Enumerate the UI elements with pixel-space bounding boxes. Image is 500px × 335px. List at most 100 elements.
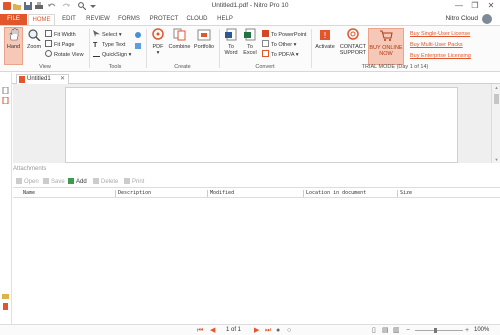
pdf-page[interactable] <box>65 87 458 163</box>
tab-protect[interactable]: PROTECT <box>148 14 180 25</box>
minimize-button[interactable]: — <box>452 1 466 11</box>
attachment-delete-button[interactable]: Delete <box>93 178 118 185</box>
vertical-scrollbar[interactable]: ▲ ▼ <box>491 84 500 163</box>
previous-view-icon[interactable]: ● <box>276 327 280 334</box>
attachment-print-button[interactable]: Print <box>124 178 144 185</box>
tab-file[interactable]: FILE <box>0 14 27 25</box>
nitro-cloud-link[interactable]: Nitro Cloud <box>445 15 478 22</box>
continuous-view-icon[interactable]: ▤ <box>382 327 389 334</box>
column-divider[interactable] <box>115 190 116 197</box>
user-avatar-icon[interactable] <box>482 14 492 24</box>
attachments-list[interactable] <box>13 199 500 325</box>
combine-button[interactable]: Combine <box>168 28 191 50</box>
to-excel-button[interactable]: To Excel <box>241 28 259 56</box>
scrollbar-thumb[interactable] <box>494 94 499 104</box>
view-group-label: View <box>39 64 51 70</box>
comments-panel-icon[interactable] <box>2 293 9 300</box>
to-powerpoint-button[interactable]: To PowerPoint <box>262 30 306 40</box>
to-other-button[interactable]: To Other ▾ <box>262 40 296 50</box>
output-panel-icon[interactable] <box>2 303 9 310</box>
tab-edit[interactable]: EDIT <box>58 14 80 25</box>
column-header-size[interactable]: Size <box>400 190 412 196</box>
column-header-description[interactable]: Description <box>118 190 151 196</box>
buy-online-button[interactable]: BUY ONLINE NOW <box>368 28 404 65</box>
zoom-slider-track[interactable] <box>415 330 463 331</box>
zoom-in-icon[interactable]: + <box>465 327 469 334</box>
ribbon: Hand Zoom Fit Width Fit Page Rotate View… <box>0 25 500 72</box>
zoom-button[interactable]: Zoom <box>25 28 43 50</box>
single-page-view-icon[interactable]: ▯ <box>372 327 376 334</box>
pdf-button[interactable]: PDF ▾ <box>150 28 166 56</box>
next-page-icon[interactable]: ▶ <box>254 327 259 334</box>
close-button[interactable]: ✕ <box>484 1 498 11</box>
column-divider[interactable] <box>397 190 398 197</box>
attachments-panel-icon[interactable] <box>2 97 9 104</box>
fit-page-button[interactable]: Fit Page <box>45 40 74 50</box>
attachment-add-button[interactable]: Add <box>68 178 87 185</box>
buy-single-user-link[interactable]: Buy Single-User License <box>410 31 470 37</box>
document-viewport[interactable] <box>13 84 491 163</box>
powerpoint-icon <box>262 30 269 37</box>
tab-review[interactable]: REVIEW <box>84 14 112 25</box>
scroll-down-arrow-icon[interactable]: ▼ <box>493 157 500 162</box>
tab-cloud[interactable]: CLOUD <box>184 14 210 25</box>
column-divider[interactable] <box>303 190 304 197</box>
status-bar: ⏮ ◀ 1 of 1 ▶ ⏭ ● ○ ▯ ▤ ▥ − + 100% <box>0 324 500 335</box>
tab-home[interactable]: HOME <box>28 14 55 25</box>
to-powerpoint-label: To PowerPoint <box>271 32 307 38</box>
portfolio-button[interactable]: Portfolio <box>192 28 216 50</box>
attachment-save-button[interactable]: Save <box>43 178 65 185</box>
facing-view-icon[interactable]: ▥ <box>393 327 400 334</box>
page-indicator[interactable]: 1 of 1 <box>226 327 241 333</box>
contact-support-button[interactable]: CONTACT SUPPORT <box>338 28 368 56</box>
column-divider[interactable] <box>207 190 208 197</box>
rotate-view-button[interactable]: Rotate View <box>45 50 84 60</box>
type-text-button[interactable]: T Type Text <box>93 40 125 50</box>
tab-forms[interactable]: FORMS <box>116 14 142 25</box>
tab-help[interactable]: HELP <box>215 14 235 25</box>
column-header-modified[interactable]: Modified <box>210 190 234 196</box>
buy-enterprise-link[interactable]: Buy Enterprise Licensing <box>410 53 471 59</box>
fit-width-button[interactable]: Fit Width <box>45 30 76 40</box>
activate-label: Activate <box>315 44 335 50</box>
quicksign-button[interactable]: QuickSign ▾ <box>93 50 131 60</box>
fit-width-label: Fit Width <box>54 32 76 38</box>
hand-button[interactable]: Hand <box>4 27 23 65</box>
attachment-open-label: Open <box>24 179 39 185</box>
activate-button[interactable]: ! Activate <box>314 28 336 50</box>
scroll-up-arrow-icon[interactable]: ▲ <box>493 85 500 90</box>
open-icon <box>16 178 22 184</box>
word-doc-icon <box>225 28 237 41</box>
pdfa-icon <box>262 50 269 57</box>
to-word-button[interactable]: To Word <box>222 28 240 56</box>
zoom-out-icon[interactable]: − <box>406 327 410 334</box>
signature-icon <box>93 50 100 57</box>
last-page-icon[interactable]: ⏭ <box>265 327 271 334</box>
first-page-icon[interactable]: ⏮ <box>197 327 203 334</box>
document-tab[interactable]: Untitled1 ✕ <box>16 74 69 84</box>
previous-page-icon[interactable]: ◀ <box>210 327 215 334</box>
buy-online-label-line2: NOW <box>379 51 393 57</box>
attachment-add-label: Add <box>76 179 87 185</box>
column-header-location[interactable]: Location in document <box>306 190 366 196</box>
next-view-icon[interactable]: ○ <box>287 327 291 334</box>
zoom-level[interactable]: 100% <box>474 327 489 333</box>
document-tab-close-button[interactable]: ✕ <box>60 75 65 84</box>
ribbon-tabs: FILE HOME EDIT REVIEW FORMS PROTECT CLOU… <box>0 13 500 25</box>
document-tab-label: Untitled1 <box>27 76 51 82</box>
to-pdfa-button[interactable]: To PDF/A ▾ <box>262 50 299 60</box>
cursor-icon <box>93 30 100 37</box>
pages-panel-icon[interactable] <box>2 87 9 94</box>
zoom-slider-handle[interactable] <box>434 328 437 333</box>
stamp-icon[interactable] <box>134 42 142 50</box>
attachments-column-headers: Name Description Modified Location in do… <box>13 189 500 198</box>
attachment-open-button[interactable]: Open <box>16 178 39 185</box>
column-header-name[interactable]: Name <box>23 190 35 196</box>
select-button[interactable]: Select ▾ <box>93 30 122 40</box>
pdf-file-icon <box>19 76 25 83</box>
cloud-sign-icon[interactable] <box>134 31 142 39</box>
maximize-button[interactable]: ❐ <box>468 1 482 11</box>
buy-multi-user-link[interactable]: Buy Multi-User Packs <box>410 42 463 48</box>
delete-icon <box>93 178 99 184</box>
ribbon-divider <box>89 29 90 68</box>
